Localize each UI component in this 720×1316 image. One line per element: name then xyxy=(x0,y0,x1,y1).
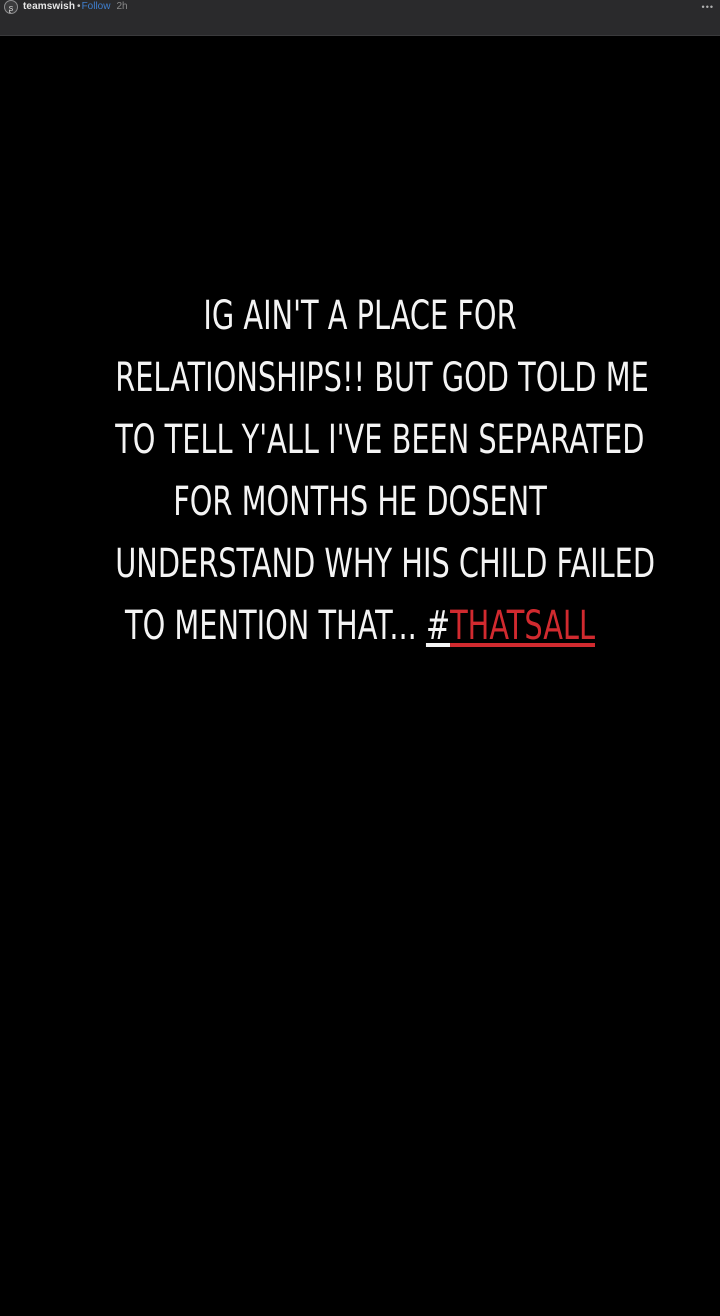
follow-button[interactable]: Follow xyxy=(82,1,111,12)
story-line: TO TELL Y'ALL I'VE BEEN SEPARATED xyxy=(115,417,645,463)
story-line-last: TO MENTION THAT... #THATSALL xyxy=(115,595,605,657)
separator-dot: • xyxy=(77,1,81,12)
story-canvas[interactable]: IG AIN'T A PLACE FOR RELATIONSHIPS!! BUT… xyxy=(0,37,720,1316)
story-line-text: TO MENTION THAT... xyxy=(124,603,426,649)
story-header: ʂ teamswish • Follow 2h ••• xyxy=(0,0,720,36)
more-options-icon[interactable]: ••• xyxy=(702,2,714,12)
story-line: FOR MONTHS HE DOSENT xyxy=(173,479,547,525)
story-text: IG AIN'T A PLACE FOR RELATIONSHIPS!! BUT… xyxy=(115,285,656,657)
hashtag-link[interactable]: THATSALL xyxy=(450,603,595,649)
post-time: 2h xyxy=(116,1,128,12)
username[interactable]: teamswish xyxy=(23,1,75,12)
hashtag-symbol: # xyxy=(425,603,451,649)
story-line: IG AIN'T A PLACE FOR xyxy=(203,293,517,339)
story-line: UNDERSTAND WHY HIS CHILD FAILED xyxy=(115,541,656,587)
avatar-icon[interactable]: ʂ xyxy=(4,0,18,14)
story-line: RELATIONSHIPS!! BUT GOD TOLD ME xyxy=(115,355,649,401)
